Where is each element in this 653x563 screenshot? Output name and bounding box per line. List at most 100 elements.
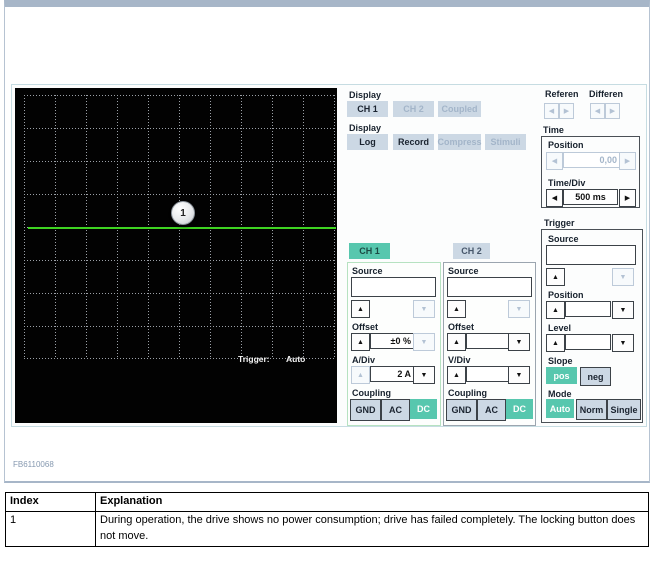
ch1-adiv-up-button[interactable]: ▲: [351, 366, 370, 384]
slope-pos-button[interactable]: pos: [546, 367, 577, 384]
down-arrow-icon: ▼: [516, 339, 523, 346]
ch1-panel: Source ▲ ▼ Offset ▲ ±0 % ▼ A/Div ▲ 2 A ▼: [347, 262, 441, 426]
index-cell: 1: [6, 511, 96, 546]
time-position-field[interactable]: 0,00: [563, 152, 622, 168]
display-compress-button[interactable]: Compress: [438, 134, 481, 150]
ch2-coupling-ac-button[interactable]: AC: [477, 399, 506, 421]
up-arrow-icon: ▲: [357, 306, 364, 313]
explanation-column-header: Explanation: [96, 493, 649, 512]
difference-prev-button[interactable]: ◀: [590, 103, 605, 119]
trigger-level-label: Level: [548, 323, 571, 333]
ch1-coupling-label: Coupling: [352, 388, 391, 398]
reference-prev-button[interactable]: ◀: [544, 103, 559, 119]
ch1-coupling-ac-button[interactable]: AC: [381, 399, 410, 421]
mode-norm-button[interactable]: Norm: [576, 399, 607, 420]
scope-trace-ch1: [28, 227, 336, 229]
up-arrow-icon: ▲: [453, 339, 460, 346]
right-arrow-icon: ▶: [625, 194, 630, 202]
trigger-position-field[interactable]: [565, 301, 611, 317]
ch2-source-field[interactable]: [447, 277, 532, 297]
ch1-offset-down-button[interactable]: ▼: [413, 333, 435, 351]
trigger-level-up-button[interactable]: ▲: [546, 334, 565, 352]
time-position-increase-button[interactable]: ▶: [619, 152, 636, 170]
ch2-source-down-button[interactable]: ▼: [508, 300, 530, 318]
ch1-coupling-dc-button[interactable]: DC: [410, 399, 437, 419]
trigger-source-field[interactable]: [546, 245, 636, 265]
difference-label: Differen: [589, 89, 623, 99]
left-arrow-icon: ◀: [552, 157, 557, 165]
up-arrow-icon: ▲: [357, 339, 364, 346]
right-arrow-icon: ▶: [610, 107, 615, 115]
ch1-offset-label: Offset: [352, 322, 378, 332]
ch1-offset-up-button[interactable]: ▲: [351, 333, 370, 351]
reference-next-button[interactable]: ▶: [559, 103, 574, 119]
trigger-mode-label: Mode: [548, 389, 572, 399]
display-ch1-button[interactable]: CH 1: [347, 101, 388, 117]
figure-frame: 1 Trigger: Auto Display CH 1 CH 2 Couple…: [4, 0, 650, 483]
time-position-decrease-button[interactable]: ◀: [546, 152, 563, 170]
display-record-button[interactable]: Record: [393, 134, 434, 150]
reference-label: Referen: [545, 89, 579, 99]
trigger-source-up-button[interactable]: ▲: [546, 268, 565, 286]
timediv-label: Time/Div: [548, 178, 585, 188]
ch1-source-up-button[interactable]: ▲: [351, 300, 370, 318]
ch1-coupling-gnd-button[interactable]: GND: [350, 399, 381, 421]
left-arrow-icon: ◀: [549, 107, 554, 115]
left-arrow-icon: ◀: [552, 194, 557, 202]
ch2-offset-up-button[interactable]: ▲: [447, 333, 466, 351]
explanation-table: Index Explanation 1 During operation, th…: [5, 492, 649, 547]
trigger-source-down-button[interactable]: ▼: [612, 268, 634, 286]
up-arrow-icon: ▲: [357, 372, 364, 379]
ch2-vdiv-up-button[interactable]: ▲: [447, 366, 466, 384]
oscilloscope-panel: 1 Trigger: Auto Display CH 1 CH 2 Couple…: [11, 84, 647, 427]
up-arrow-icon: ▲: [552, 274, 559, 281]
trigger-position-label: Position: [548, 290, 584, 300]
trigger-position-up-button[interactable]: ▲: [546, 301, 565, 319]
down-arrow-icon: ▼: [516, 306, 523, 313]
display-stimuli-button[interactable]: Stimuli: [485, 134, 526, 150]
scope-grid: [15, 88, 337, 423]
scope-display: 1 Trigger: Auto: [15, 88, 337, 423]
timediv-decrease-button[interactable]: ◀: [546, 189, 563, 207]
trigger-level-down-button[interactable]: ▼: [612, 334, 634, 352]
up-arrow-icon: ▲: [552, 307, 559, 314]
ch2-coupling-gnd-button[interactable]: GND: [446, 399, 477, 421]
down-arrow-icon: ▼: [421, 339, 428, 346]
ch1-source-down-button[interactable]: ▼: [413, 300, 435, 318]
ch1-adiv-field[interactable]: 2 A: [370, 366, 416, 382]
ch1-offset-field[interactable]: ±0 %: [370, 333, 416, 349]
timediv-field[interactable]: 500 ms: [563, 189, 618, 205]
manual-page: 1 Trigger: Auto Display CH 1 CH 2 Couple…: [0, 0, 653, 563]
ch2-coupling-dc-button[interactable]: DC: [506, 399, 533, 419]
time-group: Position ◀ 0,00 ▶ Time/Div ◀ 500 ms ▶: [541, 136, 640, 208]
display-ch2-button[interactable]: CH 2: [393, 101, 434, 117]
right-arrow-icon: ▶: [625, 157, 630, 165]
table-row: 1 During operation, the drive shows no p…: [6, 511, 649, 546]
display-log-button[interactable]: Log: [347, 134, 388, 150]
ch2-vdiv-down-button[interactable]: ▼: [508, 366, 530, 384]
timediv-increase-button[interactable]: ▶: [619, 189, 636, 207]
ch2-source-up-button[interactable]: ▲: [447, 300, 466, 318]
mode-auto-button[interactable]: Auto: [546, 399, 574, 418]
ch1-source-field[interactable]: [351, 277, 436, 297]
trigger-position-down-button[interactable]: ▼: [612, 301, 634, 319]
difference-next-button[interactable]: ▶: [605, 103, 620, 119]
ch2-vdiv-field[interactable]: [466, 366, 511, 382]
mode-single-button[interactable]: Single: [607, 399, 641, 420]
ch2-offset-down-button[interactable]: ▼: [508, 333, 530, 351]
tab-ch2[interactable]: CH 2: [453, 243, 490, 259]
display-channels-label: Display: [349, 90, 381, 100]
down-arrow-icon: ▼: [620, 307, 627, 314]
trigger-level-field[interactable]: [565, 334, 611, 350]
trigger-label: Trigger: [544, 218, 575, 228]
ch2-offset-field[interactable]: [466, 333, 511, 349]
ch2-panel: Source ▲ ▼ Offset ▲ ▼ V/Div ▲ ▼ Cou: [443, 262, 536, 426]
index-column-header: Index: [6, 493, 96, 512]
trigger-status-label: Trigger:: [238, 354, 270, 364]
up-arrow-icon: ▲: [453, 306, 460, 313]
slope-neg-button[interactable]: neg: [580, 367, 611, 386]
display-coupled-button[interactable]: Coupled: [438, 101, 481, 117]
ch1-adiv-down-button[interactable]: ▼: [413, 366, 435, 384]
figure-code: FB6110068: [13, 460, 54, 469]
tab-ch1[interactable]: CH 1: [349, 243, 390, 259]
